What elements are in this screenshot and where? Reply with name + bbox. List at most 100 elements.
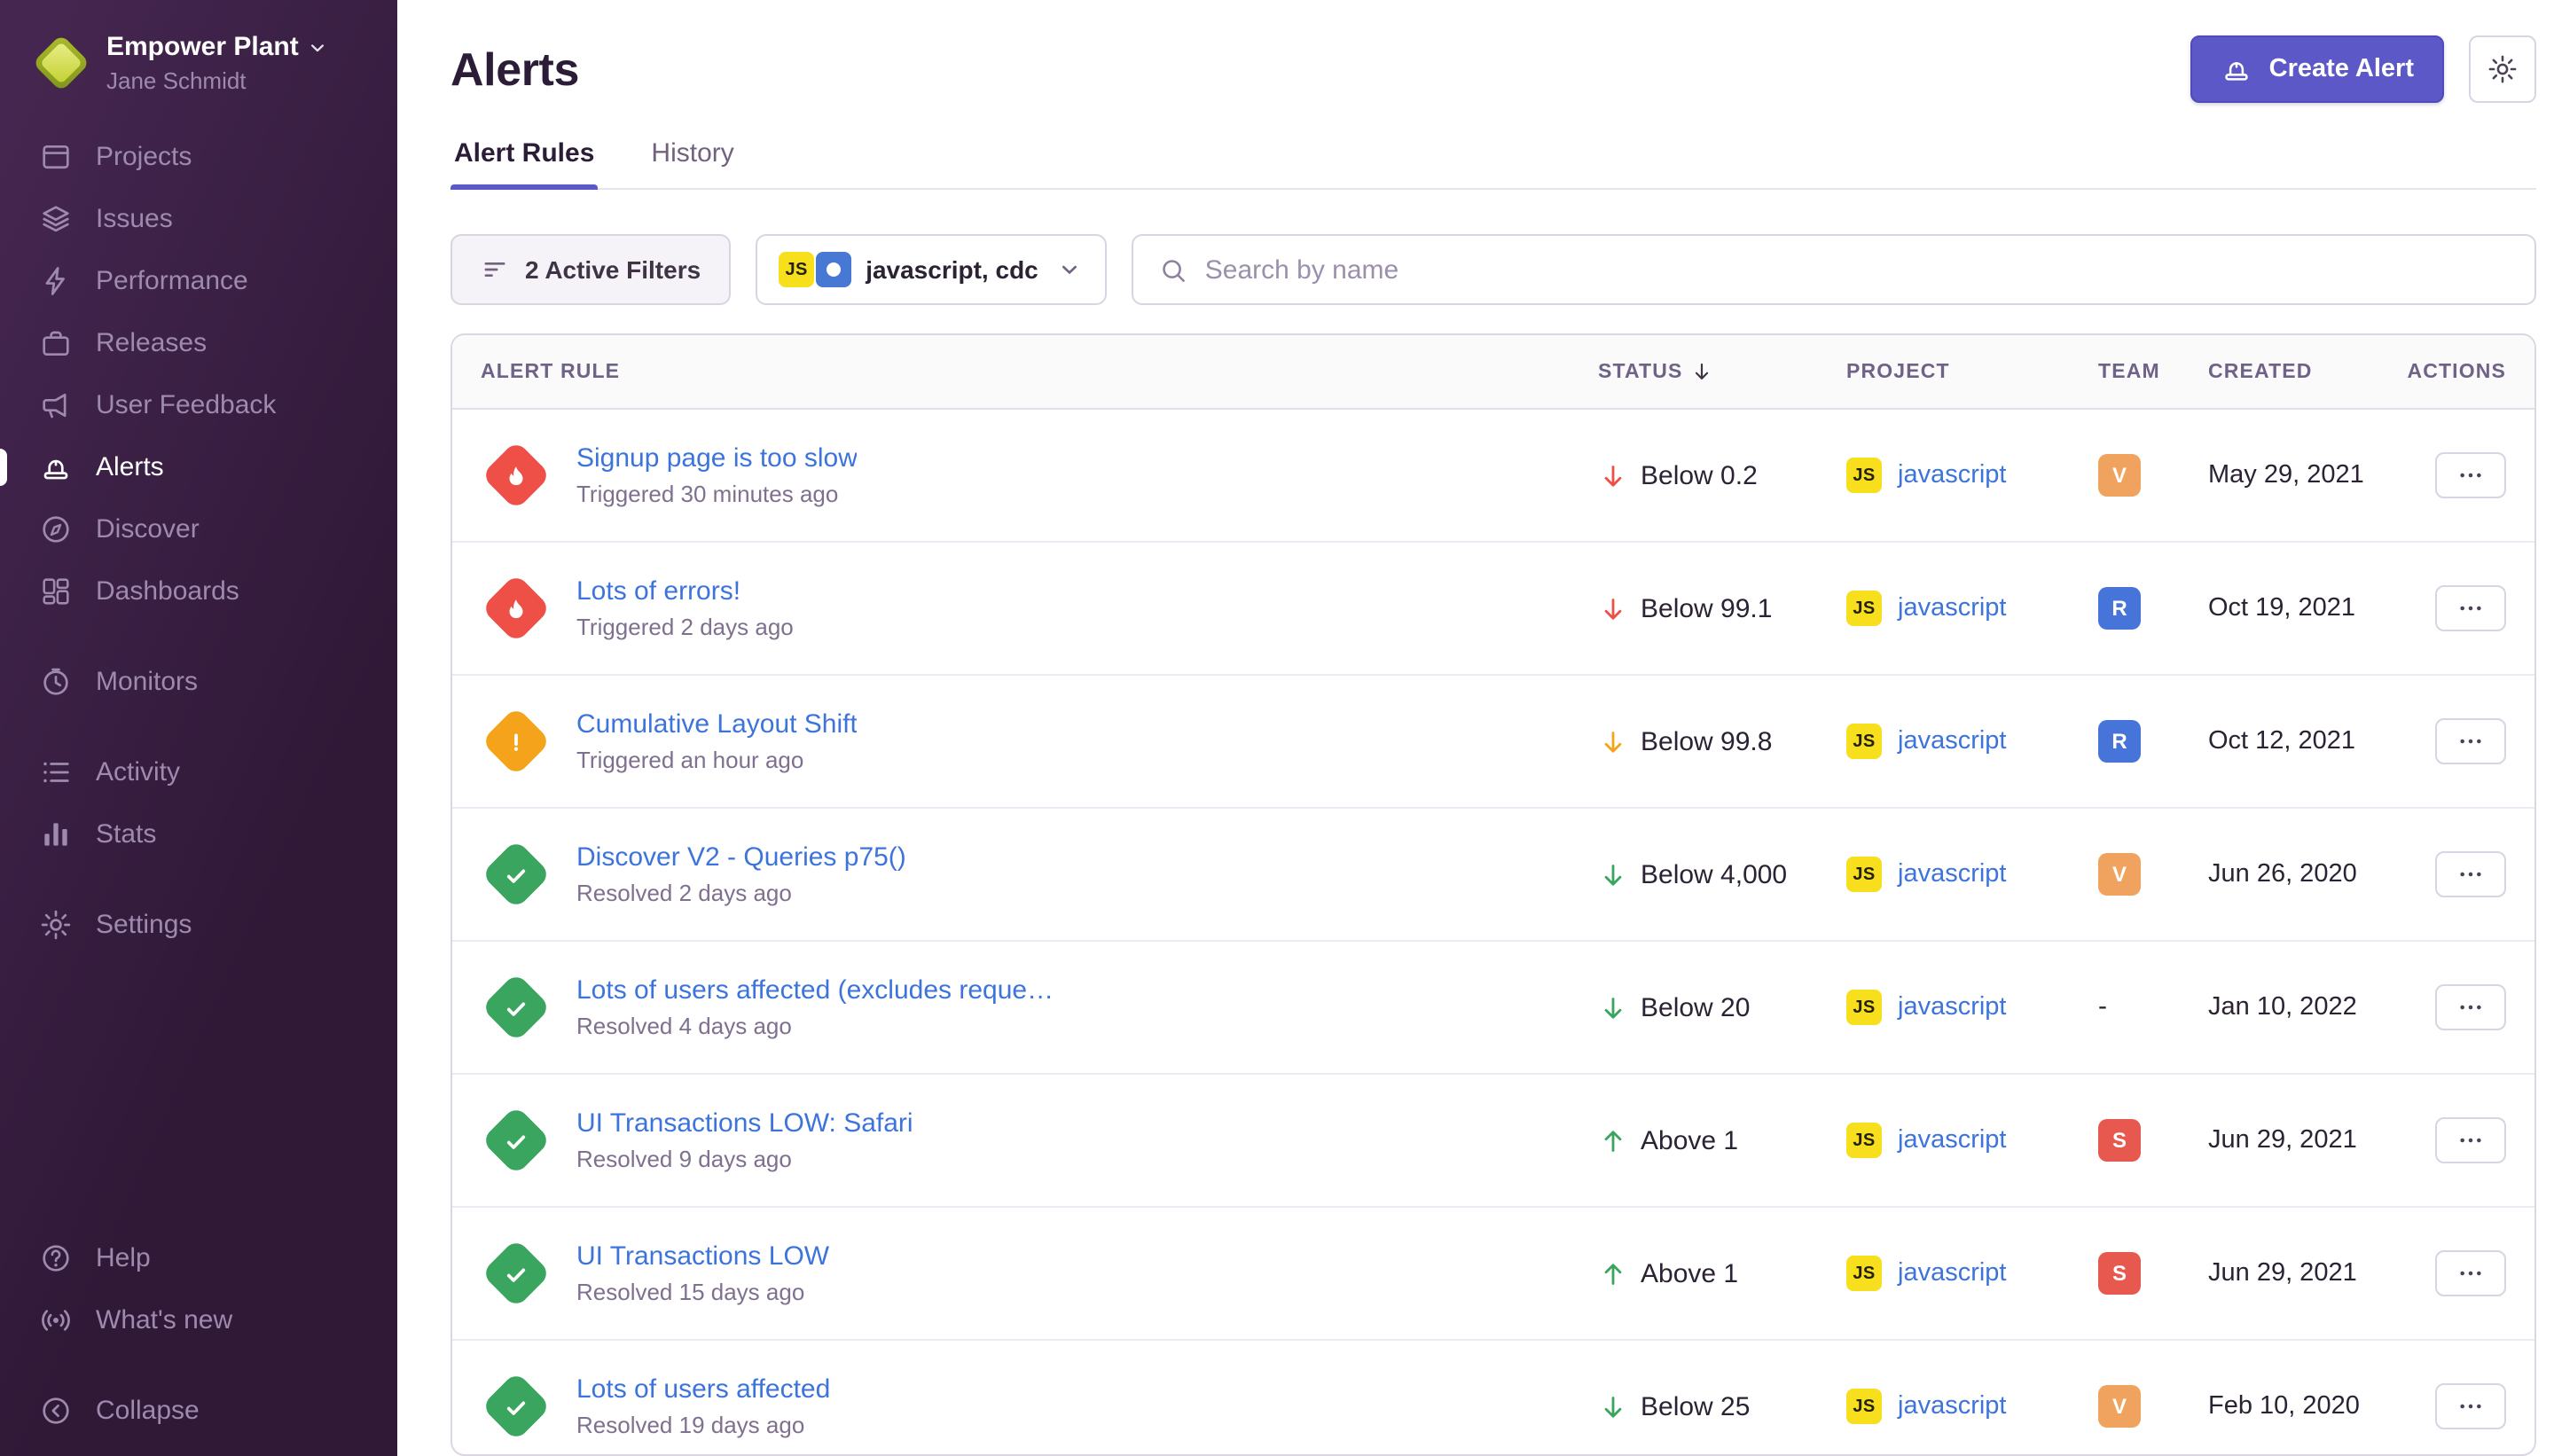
javascript-platform-icon: JS	[1846, 458, 1882, 493]
javascript-platform-icon: JS	[1846, 990, 1882, 1025]
active-filters-button[interactable]: 2 Active Filters	[450, 234, 731, 305]
alert-rule-cell: Signup page is too slow Triggered 30 min…	[481, 440, 1598, 511]
row-actions-button[interactable]	[2435, 585, 2506, 631]
row-actions-button[interactable]	[2435, 984, 2506, 1030]
alert-rule-link[interactable]: Signup page is too slow	[576, 443, 858, 474]
ellipsis-icon	[2456, 594, 2485, 622]
alert-rule-link[interactable]: Lots of users affected (excludes reque…	[576, 975, 1054, 1006]
column-header-created[interactable]: Created	[2208, 361, 2407, 382]
sidebar-footer-nav: Help What's new Collapse	[0, 1227, 397, 1442]
sidebar-footer-item[interactable]: What's new	[0, 1289, 397, 1351]
sidebar-item[interactable]: Discover	[0, 498, 397, 560]
sidebar-item[interactable]: Stats	[0, 803, 397, 865]
team-cell: V	[2098, 853, 2208, 896]
sidebar-item-icon	[39, 818, 73, 851]
column-header-alert-rule[interactable]: Alert Rule	[481, 361, 1598, 382]
alert-rule-row: Lots of users affected (excludes reque… …	[452, 942, 2534, 1075]
sidebar-item[interactable]: Issues	[0, 188, 397, 250]
alert-rule-link[interactable]: Lots of errors!	[576, 576, 794, 607]
project-cell: JS javascript	[1846, 1389, 2098, 1424]
status-cell: Above 1	[1598, 1125, 1846, 1155]
sidebar-item[interactable]: Activity	[0, 741, 397, 803]
alert-rule-link[interactable]: Discover V2 - Queries p75()	[576, 842, 906, 873]
org-switcher[interactable]: Empower Plant Jane Schmidt	[0, 25, 397, 108]
search-input[interactable]	[1205, 254, 2510, 285]
cdc-platform-icon	[816, 252, 851, 287]
project-filter-dropdown[interactable]: JS javascript, cdc	[756, 234, 1108, 305]
alert-rule-row: UI Transactions LOW: Safari Resolved 9 d…	[452, 1075, 2534, 1208]
arrow-down-icon	[1598, 1391, 1628, 1421]
row-actions-button[interactable]	[2435, 452, 2506, 498]
project-link[interactable]: javascript	[1898, 727, 2007, 755]
project-link[interactable]: javascript	[1898, 1126, 2007, 1155]
sidebar-item-label: Alerts	[96, 452, 164, 482]
project-cell: JS javascript	[1846, 1256, 2098, 1291]
severity-diamond-icon	[481, 972, 552, 1043]
sidebar-item[interactable]: Dashboards	[0, 560, 397, 622]
column-header-status[interactable]: Status	[1598, 360, 1846, 383]
chevron-down-icon	[1056, 255, 1085, 284]
team-avatar: R	[2098, 587, 2141, 630]
sidebar-item-label: Dashboards	[96, 576, 239, 607]
sidebar-item-icon	[39, 326, 73, 360]
row-actions-button[interactable]	[2435, 1117, 2506, 1163]
sidebar-item[interactable]: Settings	[0, 894, 397, 956]
project-cell: JS javascript	[1846, 1123, 2098, 1158]
sidebar-footer-item[interactable]: Collapse	[0, 1380, 397, 1442]
arrow-up-icon	[1598, 1125, 1628, 1155]
team-cell: -	[2098, 991, 2208, 1023]
sidebar-item[interactable]: Projects	[0, 126, 397, 188]
project-link[interactable]: javascript	[1898, 993, 2007, 1022]
row-actions-button[interactable]	[2435, 851, 2506, 897]
sidebar-item-label: Activity	[96, 757, 180, 787]
row-actions-button[interactable]	[2435, 718, 2506, 764]
alert-rule-trigger-detail: Resolved 2 days ago	[576, 880, 906, 906]
project-link[interactable]: javascript	[1898, 461, 2007, 489]
tab[interactable]: Alert Rules	[450, 138, 598, 188]
arrow-down-icon	[1598, 593, 1628, 623]
sidebar-item[interactable]: Alerts	[0, 436, 397, 498]
tab-label: History	[651, 138, 733, 168]
alert-rule-cell: UI Transactions LOW Resolved 15 days ago	[481, 1238, 1598, 1309]
search-box[interactable]	[1132, 234, 2536, 305]
check-icon	[503, 1260, 529, 1287]
sidebar-item-icon	[39, 202, 73, 236]
project-link[interactable]: javascript	[1898, 1392, 2007, 1421]
app-root: Empower Plant Jane Schmidt Projects Issu…	[0, 0, 2554, 1456]
alert-rule-link[interactable]: Cumulative Layout Shift	[576, 709, 858, 740]
alert-rule-row: Lots of users affected Resolved 19 days …	[452, 1341, 2534, 1456]
ellipsis-icon	[2456, 1392, 2485, 1421]
status-threshold: Below 4,000	[1641, 859, 1787, 889]
status-threshold: Below 0.2	[1641, 460, 1758, 490]
status-cell: Below 20	[1598, 992, 1846, 1022]
sidebar-item[interactable]: Releases	[0, 312, 397, 374]
alert-rule-trigger-detail: Triggered 30 minutes ago	[576, 481, 858, 507]
project-filter-value: javascript, cdc	[866, 255, 1038, 284]
sidebar-item[interactable]: User Feedback	[0, 374, 397, 436]
project-link[interactable]: javascript	[1898, 860, 2007, 888]
ellipsis-icon	[2456, 1259, 2485, 1288]
created-date: Oct 12, 2021	[2208, 727, 2407, 755]
column-header-team[interactable]: Team	[2098, 361, 2208, 382]
alert-rule-link[interactable]: Lots of users affected	[576, 1374, 830, 1405]
alert-rule-link[interactable]: UI Transactions LOW	[576, 1241, 829, 1272]
sidebar-item-label: Projects	[96, 142, 192, 172]
sidebar-footer-item[interactable]: Help	[0, 1227, 397, 1289]
sidebar-item-icon	[39, 908, 73, 942]
sidebar-footer-item-icon	[39, 1241, 73, 1275]
alert-rule-link[interactable]: UI Transactions LOW: Safari	[576, 1108, 913, 1139]
row-actions-button[interactable]	[2435, 1250, 2506, 1296]
column-header-project[interactable]: Project	[1846, 361, 2098, 382]
create-alert-button[interactable]: Create Alert	[2191, 35, 2444, 103]
alert-settings-button[interactable]	[2469, 35, 2536, 103]
sidebar-item[interactable]: Monitors	[0, 651, 397, 713]
project-link[interactable]: javascript	[1898, 594, 2007, 622]
row-actions-button[interactable]	[2435, 1383, 2506, 1429]
alert-rule-row: Signup page is too slow Triggered 30 min…	[452, 410, 2534, 543]
project-link[interactable]: javascript	[1898, 1259, 2007, 1288]
alert-rule-trigger-detail: Resolved 9 days ago	[576, 1146, 913, 1172]
table-header-row: Alert Rule Status Project Team Created A…	[452, 335, 2534, 410]
tab[interactable]: History	[647, 138, 737, 188]
created-date: Oct 19, 2021	[2208, 594, 2407, 622]
sidebar-item[interactable]: Performance	[0, 250, 397, 312]
